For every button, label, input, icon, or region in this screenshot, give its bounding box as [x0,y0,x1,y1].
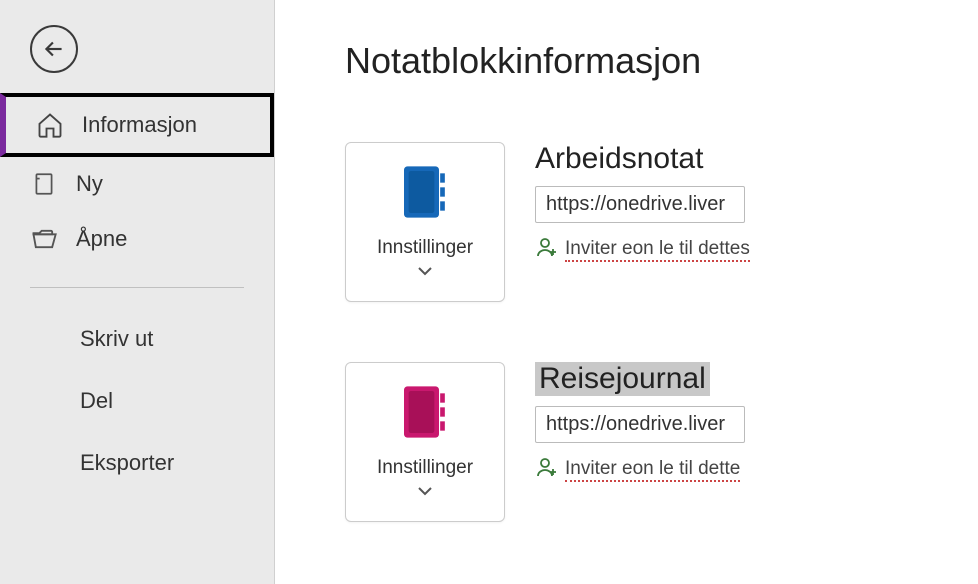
invite-link[interactable]: Inviter eon le til dette [535,455,765,485]
sidebar-sub-label: Del [80,388,113,413]
notebook-url-field[interactable]: https://onedrive.liver [535,186,745,223]
sidebar: Informasjon Ny Åpne Skriv ut Del Eksport… [0,0,275,584]
notebook-info: Reisejournal https://onedrive.liver Invi… [535,362,765,485]
invite-text: Inviter eon le til dette [565,458,740,482]
settings-label: Innstillinger [377,457,473,479]
settings-button-reisejournal[interactable]: Innstillinger [345,362,505,522]
sidebar-item-informasjon[interactable]: Informasjon [0,93,274,157]
settings-button-arbeidsnotat[interactable]: Innstillinger [345,142,505,302]
notebook-url-field[interactable]: https://onedrive.liver [535,406,745,443]
sidebar-item-ny[interactable]: Ny [0,157,274,211]
invite-link[interactable]: Inviter eon le til dettes [535,235,765,265]
folder-open-icon [28,225,60,253]
sidebar-sub-eksporter[interactable]: Eksporter [0,432,274,494]
sidebar-sub-del[interactable]: Del [0,370,274,432]
notebook-row: Innstillinger Reisejournal https://onedr… [345,362,978,522]
chevron-down-icon [417,483,433,501]
sidebar-item-apne[interactable]: Åpne [0,211,274,267]
sidebar-item-label: Åpne [76,226,127,252]
person-add-icon [535,455,559,485]
notebook-icon [401,164,449,225]
sidebar-sub-label: Eksporter [80,450,174,475]
notebook-title: Reisejournal [535,362,710,396]
back-button[interactable] [30,25,78,73]
settings-label: Innstillinger [377,237,473,259]
notebook-icon [401,384,449,445]
sidebar-item-label: Ny [76,171,103,197]
arrow-left-icon [41,36,67,62]
chevron-down-icon [417,263,433,281]
home-icon [34,111,66,139]
page-icon [28,171,60,197]
sidebar-item-label: Informasjon [82,112,197,138]
person-add-icon [535,235,559,265]
sidebar-divider [30,287,244,288]
sidebar-sub-label: Skriv ut [80,326,153,351]
main-content: Notatblokkinformasjon Innstillinger Arbe… [275,0,978,584]
notebook-row: Innstillinger Arbeidsnotat https://onedr… [345,142,978,302]
page-title: Notatblokkinformasjon [345,40,978,82]
notebook-title: Arbeidsnotat [535,142,765,176]
sidebar-sub-skriv-ut[interactable]: Skriv ut [0,308,274,370]
invite-text: Inviter eon le til dettes [565,238,750,262]
notebook-info: Arbeidsnotat https://onedrive.liver Invi… [535,142,765,265]
